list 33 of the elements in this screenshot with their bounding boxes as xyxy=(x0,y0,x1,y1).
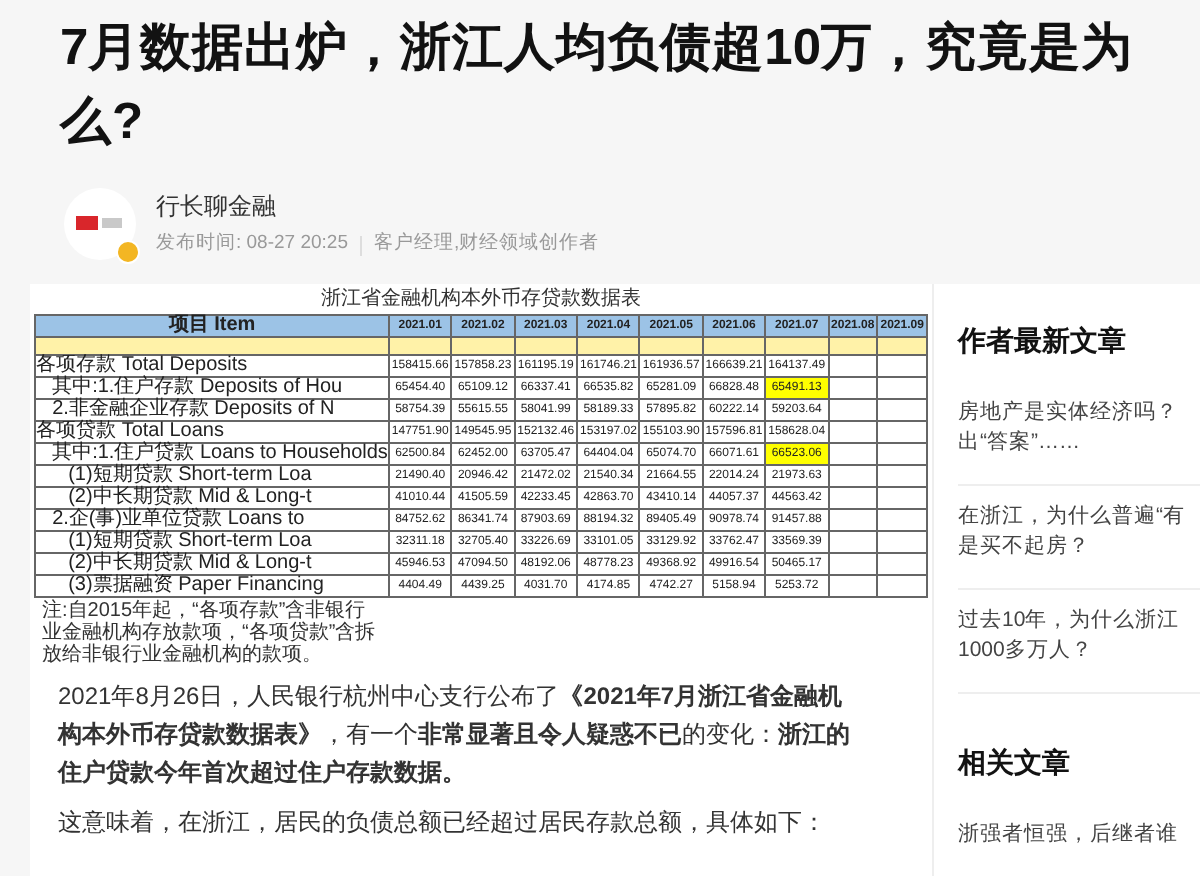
logo xyxy=(76,214,124,234)
author-role: 客户经理,财经领域创作者 xyxy=(374,230,600,259)
section-heading: 作者最新文章 xyxy=(958,322,1128,360)
article-link[interactable]: 房地产是实体经济吗？ xyxy=(958,398,1178,428)
row-label: 其中:1.住户存款 Deposits of Hou xyxy=(35,377,389,399)
column-header: 项目 Item xyxy=(35,315,389,337)
article-link[interactable]: 出“答案”…… xyxy=(958,428,1080,458)
row-label: (1)短期贷款 Short-term Loa xyxy=(35,465,389,487)
article-link[interactable]: 1000多万人？ xyxy=(958,636,1093,666)
row-label: 各项贷款 Total Loans xyxy=(35,421,389,443)
author-avatar[interactable] xyxy=(64,188,136,260)
article-link[interactable]: 在浙江，为什么普遍“有 xyxy=(958,502,1185,532)
article-title: 么? xyxy=(60,92,144,154)
publish-time: 发布时间: 08-27 20:25 xyxy=(156,230,348,259)
article-paragraph: 这意味着，在浙江，居民的负债总额已经超过居民存款总额，具体如下： xyxy=(56,806,828,840)
row-label: (1)短期贷款 Short-term Loa xyxy=(35,531,389,553)
article-link[interactable]: 是买不起房？ xyxy=(958,532,1090,562)
row-label: 其中:1.住户贷款 Loans to Households xyxy=(35,443,389,465)
article-link[interactable]: 过去10年，为什么浙江 xyxy=(958,606,1180,636)
article-paragraph: 2021年8月26日，人民银行杭州中心支行公布了《2021年7月浙江省金融机构本外币存贷款数据表》，有一个非常显著且令人疑惑不已的变化：浙江的住户贷款今年首次超过住户存款数据。 xyxy=(55,680,852,790)
row-label: (2)中长期贷款 Mid & Long-t xyxy=(35,487,389,509)
table-note: 注:自2015年起，“各项存款”含非银行业金融机构存放款项，“各项贷款”含拆放给非银行业金融机构的款项。 xyxy=(42,600,378,666)
article-link[interactable]: 浙强者恒强，后继者谁 xyxy=(958,820,1178,850)
author-name[interactable]: 行长聊金融 xyxy=(156,188,600,225)
row-label: 各项存款 Total Deposits xyxy=(35,355,389,377)
table-title: 浙江省金融机构本外币存贷款数据表 xyxy=(321,288,641,312)
verified-badge-icon xyxy=(116,240,140,264)
row-label: (2)中长期贷款 Mid & Long-t xyxy=(35,553,389,575)
row-label: (3)票据融资 Paper Financing xyxy=(35,575,389,597)
article-title: 7月数据出炉，浙江人均负债超10万，究竟是为 xyxy=(60,17,1134,80)
row-label: 2.非金融企业存款 Deposits of N xyxy=(35,399,389,421)
row-label: 2.企(事)业单位贷款 Loans to xyxy=(35,509,389,531)
section-heading: 相关文章 xyxy=(958,744,1072,782)
